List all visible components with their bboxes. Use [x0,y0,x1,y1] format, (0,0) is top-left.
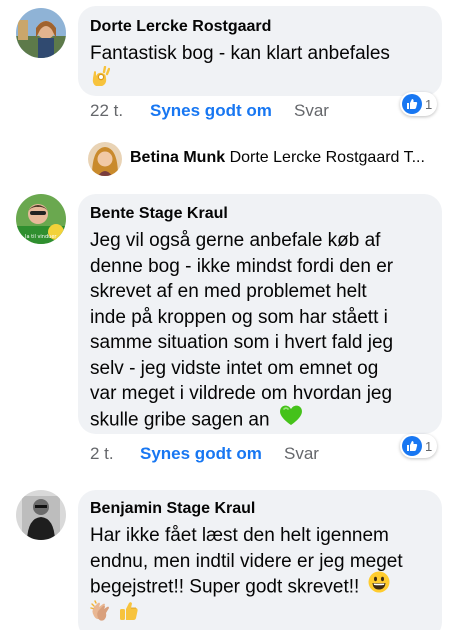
comment-text-line: Fantastisk bog - kan klart anbefales [90,43,390,64]
reply-preview-text: Betina Munk Dorte Lercke Rostgaard T... [130,149,425,167]
comment-text-line: skulle gribe sagen an [90,404,303,434]
comment-text-line: var meget i vildrede om hvordan jeg [90,383,393,404]
comment-author[interactable]: Dorte Lercke Rostgaard [90,18,271,36]
reaction-count: 1 [425,96,433,112]
comment-timestamp[interactable]: 22 t. [90,101,123,121]
grinning-face-emoji-icon [368,571,390,601]
thumbs-up-emoji-icon [118,600,140,627]
avatar[interactable] [88,142,122,176]
comment-actions: 22 t. Synes godt om Svar [0,101,458,123]
comment-text-line: begejstret!! Super godt skrevet!! [90,571,390,601]
comment-author[interactable]: Bente Stage Kraul [90,205,228,223]
comment-text-segment: begejstret!! Super godt skrevet!! [90,576,360,598]
comment-text-line: Har ikke fået læst den helt igennem [90,525,389,546]
green-heart-emoji-icon [279,404,303,434]
comment-benjamin: Benjamin Stage Kraul Har ikke fået læst … [0,486,458,630]
reply-snippet: Dorte Lercke Rostgaard T... [229,149,425,166]
comment-text-line: endnu, men indtil videre er jeg meget [90,550,403,572]
reaction-summary[interactable]: 1 [400,434,438,458]
like-button[interactable]: Synes godt om [140,444,262,464]
comment-bente: Ja til vinduer Bente Stage Kraul Jeg vil… [0,190,458,480]
ok-hand-emoji-icon [90,65,111,93]
clapping-hands-emoji-icon [90,600,112,627]
comment-text-line: denne bog - ikke mindst fordi den er [90,255,394,277]
comment-text-line: skrevet af en med problemet helt [90,281,367,302]
reaction-count: 1 [425,438,433,454]
svg-text:Ja til vinduer: Ja til vinduer [24,234,57,240]
thumbs-up-icon [402,94,422,114]
comment-text-line: Jeg vil også gerne anbefale køb af [90,230,381,251]
comment-text-line: samme situation som i hvert fald jeg [90,332,394,353]
reply-author[interactable]: Betina Munk [130,149,225,166]
comment-text-line: selv - jeg vidste intet om emnet og [90,357,379,379]
like-button[interactable]: Synes godt om [150,101,272,121]
thumbs-up-icon [402,436,422,456]
reply-preview[interactable]: Betina Munk Dorte Lercke Rostgaard T... [0,142,458,176]
reaction-summary[interactable]: 1 [400,92,438,116]
avatar[interactable]: Ja til vinduer [16,194,66,244]
comment-timestamp[interactable]: 2 t. [90,444,114,464]
emoji-row [90,600,140,624]
avatar[interactable] [16,8,66,58]
comment-author[interactable]: Benjamin Stage Kraul [90,500,255,518]
comment-text-segment: skulle gribe sagen an [90,408,270,430]
reply-button[interactable]: Svar [294,101,329,121]
avatar[interactable] [16,490,66,540]
comment-text-line: inde på kroppen og som har ståett i [90,306,388,328]
comment-actions: 2 t. Synes godt om Svar [0,444,458,466]
reply-button[interactable]: Svar [284,444,319,464]
comment-dorte: Dorte Lercke Rostgaard Fantastisk bog - … [0,0,458,140]
